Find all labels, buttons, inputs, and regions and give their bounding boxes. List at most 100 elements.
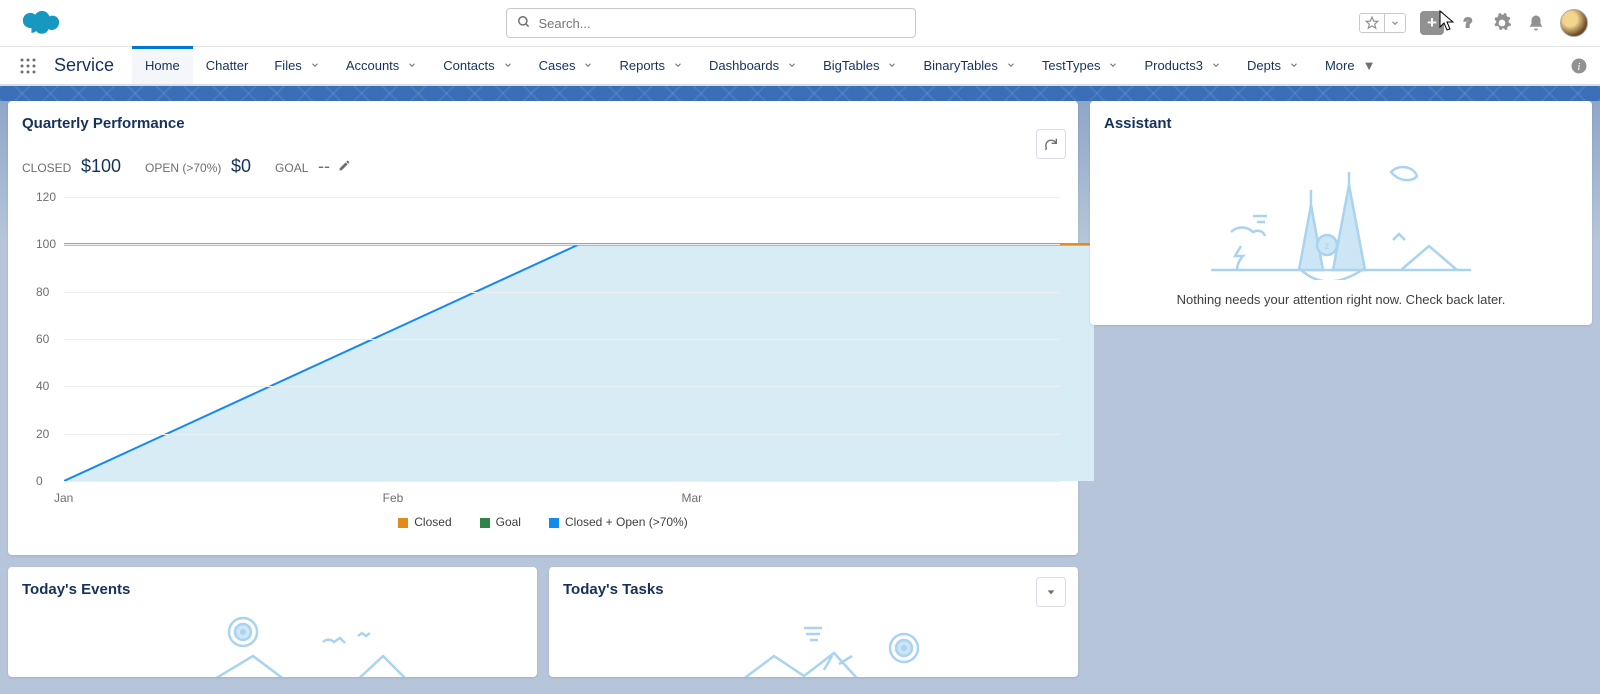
open-value: $0 [231,156,251,176]
x-tick: Mar [681,491,702,505]
todays-tasks-card: Today's Tasks [549,567,1078,677]
nav-item-cases[interactable]: Cases [526,47,607,84]
nav-item-testtypes[interactable]: TestTypes [1029,47,1132,84]
chevron-down-icon[interactable] [887,58,897,73]
search-input[interactable] [539,16,905,31]
y-tick: 100 [36,237,56,251]
goal-label: GOAL [275,161,308,175]
nav-item-label: Accounts [346,58,399,73]
nav-item-label: Contacts [443,58,494,73]
closed-label: CLOSED [22,161,71,175]
chevron-down-icon[interactable] [583,58,593,73]
nav-item-label: Products3 [1144,58,1203,73]
y-tick: 80 [36,285,49,299]
salesforce-logo[interactable] [20,9,62,37]
chevron-down-icon[interactable] [787,58,797,73]
search-icon [517,15,531,32]
y-tick: 60 [36,332,49,346]
nav-bar: Service Home Chatter Files Accounts Contacts… [0,46,1600,86]
goal-value: -- [318,156,330,176]
events-title: Today's Events [8,567,537,604]
app-launcher-icon[interactable] [8,47,48,84]
x-tick: Feb [383,491,682,505]
nav-more[interactable]: More ▼ [1312,47,1389,84]
nav-more-label: More [1325,58,1355,73]
qp-legend: Closed Goal Closed + Open (>70%) [8,505,1078,539]
nav-item-reports[interactable]: Reports [606,47,696,84]
star-icon[interactable] [1360,14,1385,32]
chevron-down-icon[interactable] [310,58,320,73]
y-tick: 40 [36,379,49,393]
nav-item-dashboards[interactable]: Dashboards [696,47,810,84]
nav-item-label: Depts [1247,58,1281,73]
nav-item-label: BigTables [823,58,879,73]
y-tick: 0 [36,474,43,488]
nav-item-label: Cases [539,58,576,73]
qp-title: Quarterly Performance [8,101,1078,138]
qp-x-axis: JanFebMar [64,491,1060,505]
y-tick: 120 [36,190,56,204]
qp-chart: 0 20 40 60 80 100 120 [30,189,1060,489]
help-icon[interactable]: ? [1458,13,1478,33]
todays-events-card: Today's Events [8,567,537,677]
content-area: Quarterly Performance CLOSED $100 OPEN (… [0,101,1600,694]
chevron-down-icon[interactable] [1108,58,1118,73]
edit-goal-icon[interactable] [338,160,351,175]
chevron-down-icon[interactable] [1006,58,1016,73]
global-actions-button[interactable]: + [1420,11,1444,35]
closed-value: $100 [81,156,121,176]
chevron-down-icon[interactable] [1289,58,1299,73]
quarterly-performance-card: Quarterly Performance CLOSED $100 OPEN (… [8,101,1078,555]
svg-text:?: ? [1464,15,1472,30]
nav-item-label: BinaryTables [923,58,997,73]
chevron-down-icon[interactable] [673,58,683,73]
global-header: + ? [0,0,1600,46]
y-tick: 20 [36,427,49,441]
x-tick: Jan [54,491,383,505]
decorative-strip [0,86,1600,101]
refresh-button[interactable] [1036,129,1066,159]
nav-item-bigtables[interactable]: BigTables [810,47,910,84]
tasks-title: Today's Tasks [549,567,1078,604]
nav-item-accounts[interactable]: Accounts [333,47,430,84]
nav-item-contacts[interactable]: Contacts [430,47,525,84]
nav-item-products3[interactable]: Products3 [1131,47,1234,84]
notifications-bell-icon[interactable] [1526,13,1546,33]
nav-info-icon[interactable]: i [1570,47,1588,84]
qp-metrics: CLOSED $100 OPEN (>70%) $0 GOAL -- [8,138,1078,183]
nav-item-label: Files [274,58,301,73]
setup-gear-icon[interactable] [1492,13,1512,33]
favorites-split[interactable] [1359,13,1406,33]
nav-item-label: Reports [619,58,665,73]
nav-item-label: TestTypes [1042,58,1101,73]
nav-item-depts[interactable]: Depts [1234,47,1312,84]
nav-item-label: Home [145,58,180,73]
tasks-menu-button[interactable] [1036,577,1066,607]
assistant-title: Assistant [1090,101,1592,138]
svg-text:i: i [1578,61,1581,72]
assistant-empty-text: Nothing needs your attention right now. … [1090,292,1592,325]
legend-closed: Closed [414,515,451,529]
assistant-illustration: z [1090,138,1592,292]
chevron-down-icon[interactable] [503,58,513,73]
nav-item-binarytables[interactable]: BinaryTables [910,47,1028,84]
events-illustration [8,604,537,677]
nav-item-home[interactable]: Home [132,47,193,84]
open-label: OPEN (>70%) [145,161,221,175]
nav-item-files[interactable]: Files [261,47,332,84]
nav-item-label: Dashboards [709,58,779,73]
chevron-down-icon[interactable] [1385,14,1405,32]
assistant-card: Assistant z [1090,101,1592,325]
global-search[interactable] [506,8,916,38]
nav-item-label: Chatter [206,58,249,73]
chevron-down-icon[interactable] [407,58,417,73]
svg-text:z: z [1325,241,1330,252]
tasks-illustration [549,604,1078,677]
app-name: Service [48,47,132,84]
user-avatar[interactable] [1560,9,1588,37]
caret-down-icon: ▼ [1363,58,1376,73]
legend-goal: Goal [496,515,521,529]
chevron-down-icon[interactable] [1211,58,1221,73]
legend-blue: Closed + Open (>70%) [565,515,688,529]
nav-item-chatter[interactable]: Chatter [193,47,262,84]
